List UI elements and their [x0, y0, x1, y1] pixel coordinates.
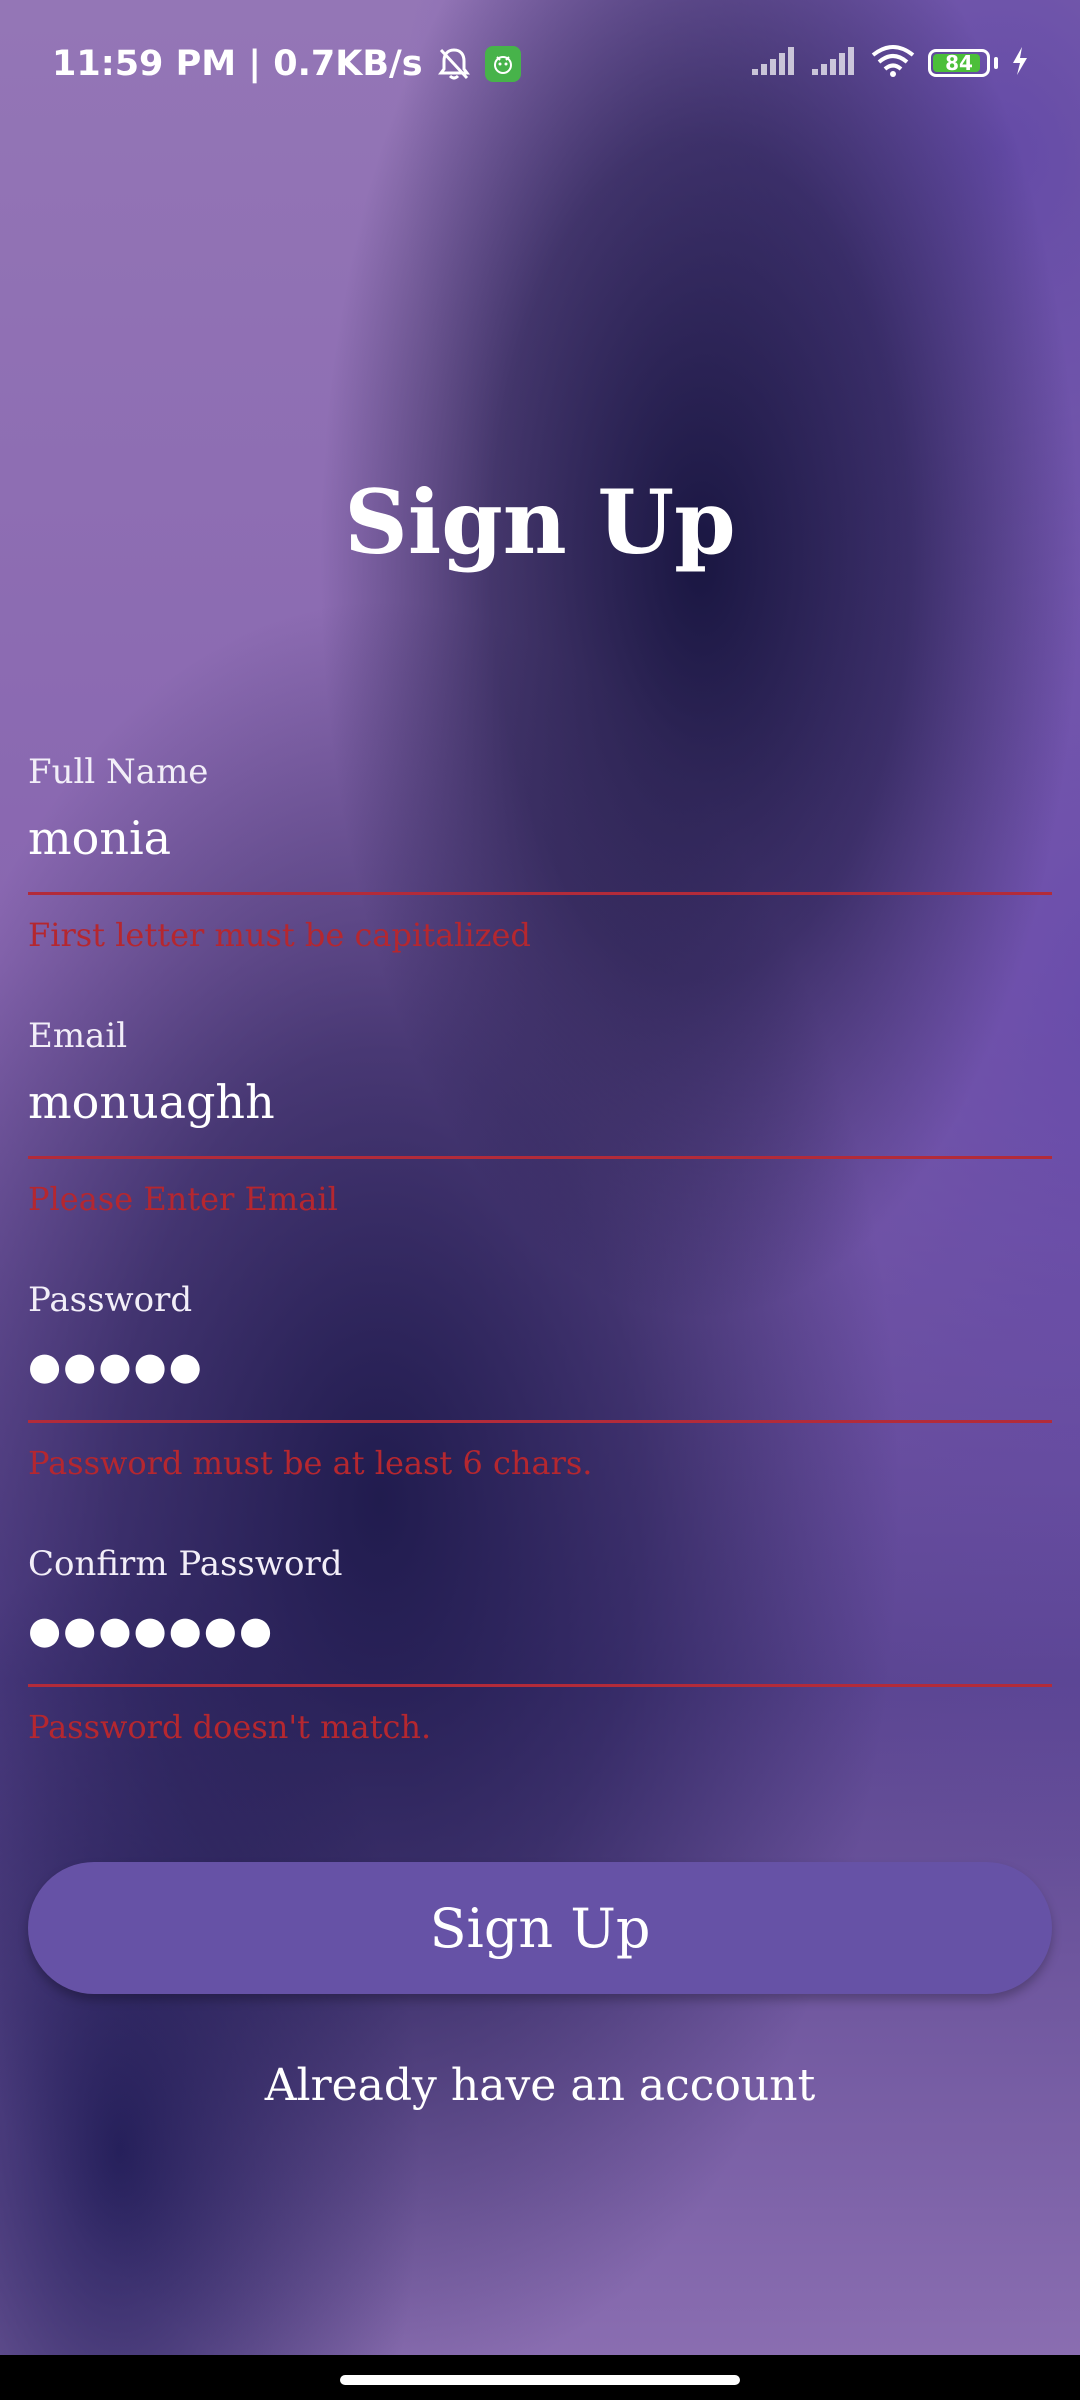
email-input[interactable]: monuaghh: [28, 1072, 1052, 1132]
battery-level: 84: [945, 51, 973, 75]
signup-screen: 11:59 PM | 0.7KB/s 84 Sign Up Full Name …: [0, 0, 1080, 2400]
battery-tip: [994, 57, 998, 69]
status-bar: 11:59 PM | 0.7KB/s 84: [0, 0, 1080, 130]
email-underline: [28, 1156, 1052, 1159]
status-left: 11:59 PM | 0.7KB/s: [52, 44, 521, 84]
full-name-label: Full Name: [28, 752, 209, 792]
full-name-underline: [28, 892, 1052, 895]
bell-muted-icon: [437, 46, 471, 82]
full-name-field[interactable]: Full Name monia First letter must be cap…: [28, 752, 1052, 955]
password-field[interactable]: Password ●●●●● Password must be at least…: [28, 1280, 1052, 1483]
battery-icon: 84: [928, 49, 990, 77]
signal-icon: [750, 45, 798, 81]
email-error: Please Enter Email: [28, 1180, 338, 1218]
confirm-password-underline: [28, 1684, 1052, 1687]
full-name-error: First letter must be capitalized: [28, 916, 531, 954]
charging-icon: [1010, 46, 1030, 80]
confirm-password-field[interactable]: Confirm Password ●●●●●●● Password doesn'…: [28, 1544, 1052, 1747]
password-input[interactable]: ●●●●●: [28, 1336, 1052, 1396]
confirm-password-input[interactable]: ●●●●●●●: [28, 1600, 1052, 1660]
navigation-bar: [0, 2355, 1080, 2400]
wifi-icon: [870, 44, 916, 82]
password-underline: [28, 1420, 1052, 1423]
password-label: Password: [28, 1280, 193, 1320]
confirm-password-error: Password doesn't match.: [28, 1708, 432, 1746]
email-field[interactable]: Email monuaghh Please Enter Email: [28, 1016, 1052, 1219]
full-name-input[interactable]: monia: [28, 808, 1052, 868]
confirm-password-label: Confirm Password: [28, 1544, 343, 1584]
page-title: Sign Up: [344, 470, 736, 574]
signal-icon: [810, 45, 858, 81]
status-right: 84: [750, 44, 1030, 82]
signup-button[interactable]: Sign Up: [28, 1862, 1052, 1994]
app-notification-icon: [484, 46, 521, 82]
home-indicator[interactable]: [340, 2375, 740, 2385]
password-error: Password must be at least 6 chars.: [28, 1444, 593, 1482]
status-time-speed: 11:59 PM | 0.7KB/s: [52, 44, 423, 84]
login-link[interactable]: Already have an account: [0, 2060, 1080, 2111]
email-label: Email: [28, 1016, 128, 1056]
